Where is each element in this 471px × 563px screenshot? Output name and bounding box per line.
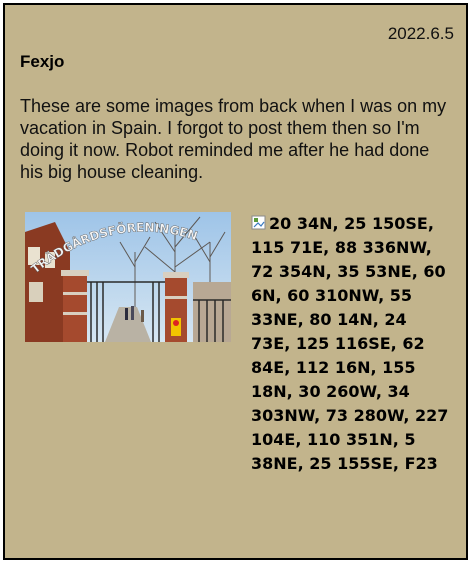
broken-image-alt-text: 20 34N, 25 150SE, 115 71E, 88 336NW, 72 … [251, 214, 449, 473]
post-text: These are some images from back when I w… [20, 96, 447, 182]
post-date: 2022.6.5 [387, 24, 454, 43]
post-author: Fexjo [20, 52, 65, 71]
post-card: 2022.6.5 Fexjo These are some images fro… [3, 3, 468, 560]
broken-image[interactable]: 20 34N, 25 150SE, 115 71E, 88 336NW, 72 … [251, 212, 451, 476]
broken-image-icon [251, 215, 266, 230]
vacation-photo[interactable]: TRÄDGÅRDSFÖRENINGEN [25, 212, 231, 342]
